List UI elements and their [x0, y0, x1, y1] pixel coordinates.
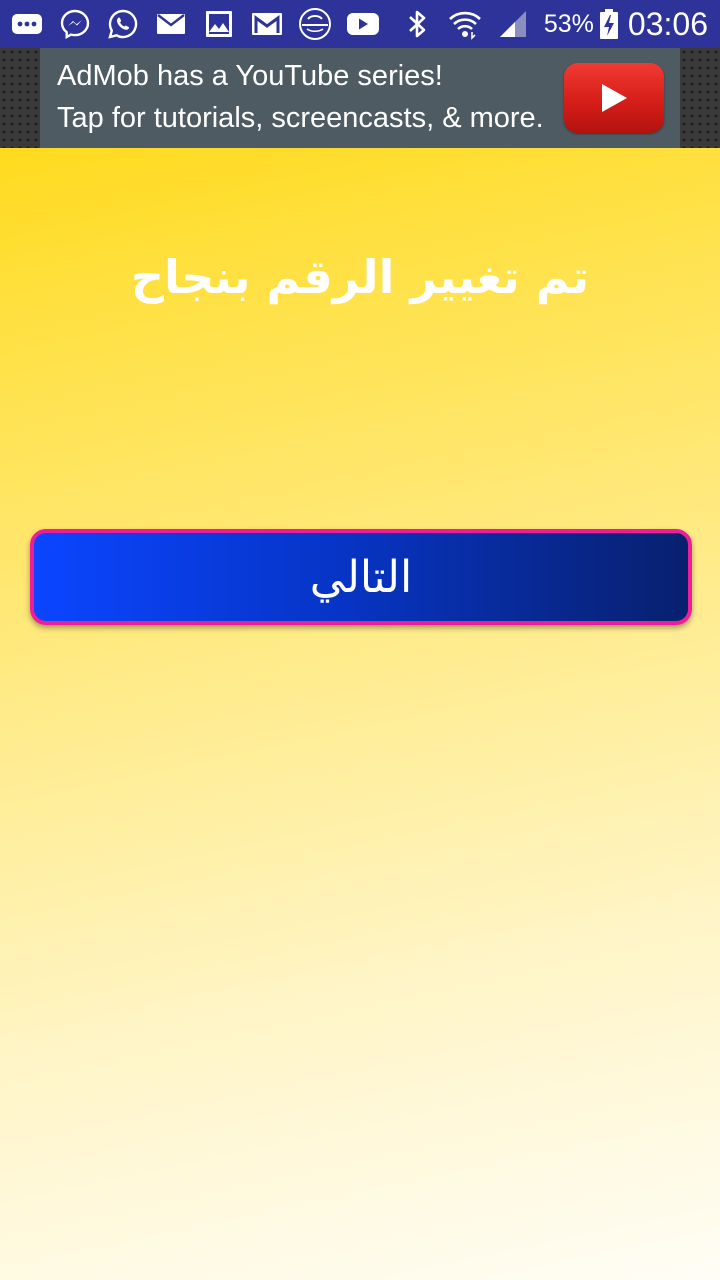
success-message: تم تغيير الرقم بنجاح — [130, 250, 590, 304]
ad-line-2: Tap for tutorials, screencasts, & more. — [57, 102, 544, 134]
admob-banner[interactable]: AdMob has a YouTube series! Tap for tuto… — [40, 48, 680, 148]
ad-line-1: AdMob has a YouTube series! — [57, 60, 443, 92]
ad-container: AdMob has a YouTube series! Tap for tuto… — [0, 48, 720, 148]
messenger-icon — [58, 7, 92, 41]
notification-icons — [0, 7, 394, 41]
youtube-icon — [346, 7, 380, 41]
next-button-label: التالي — [309, 551, 413, 603]
app-screen: 53% 03:06 AdMob has a YouTube series! Ta… — [0, 0, 720, 1280]
email-icon — [154, 7, 188, 41]
more-icon — [10, 7, 44, 41]
whatsapp-icon — [106, 7, 140, 41]
youtube-play-button[interactable] — [564, 63, 664, 133]
status-right-group: 53% 03:06 — [400, 6, 720, 43]
bluetooth-icon — [400, 7, 434, 41]
wifi-icon — [448, 7, 482, 41]
gmail-icon — [250, 7, 284, 41]
gallery-icon — [202, 7, 236, 41]
status-bar: 53% 03:06 — [0, 0, 720, 48]
signal-icon — [496, 7, 530, 41]
battery-percent: 53% — [543, 9, 594, 38]
battery-charging-icon — [598, 7, 620, 41]
app-logo-icon — [298, 7, 332, 41]
next-button[interactable]: التالي — [30, 529, 692, 625]
youtube-play-icon — [602, 84, 627, 112]
clock: 03:06 — [627, 5, 708, 42]
